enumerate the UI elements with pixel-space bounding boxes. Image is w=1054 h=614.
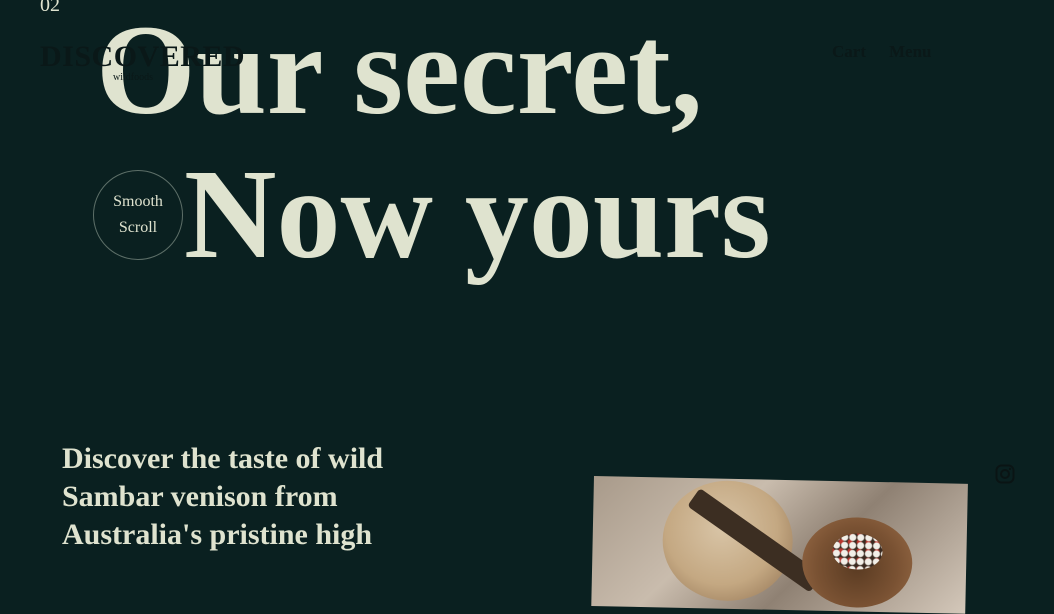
hero-headline-line-2: Now yours: [184, 143, 771, 285]
product-photo: [591, 476, 968, 614]
instagram-icon[interactable]: [995, 464, 1015, 484]
badge-line-1: Smooth: [113, 193, 163, 210]
menu-button[interactable]: Menu: [889, 42, 932, 62]
cart-link[interactable]: Cart: [832, 42, 866, 62]
logo-tagline: wildfoods: [113, 72, 153, 83]
page-number: 02: [40, 0, 60, 16]
smooth-scroll-badge: Smooth Scroll: [93, 170, 183, 260]
intro-text: Discover the taste of wild Sambar veniso…: [62, 442, 384, 551]
site-logo[interactable]: DISCOVERED: [40, 40, 245, 74]
badge-line-2: Scroll: [118, 219, 158, 236]
